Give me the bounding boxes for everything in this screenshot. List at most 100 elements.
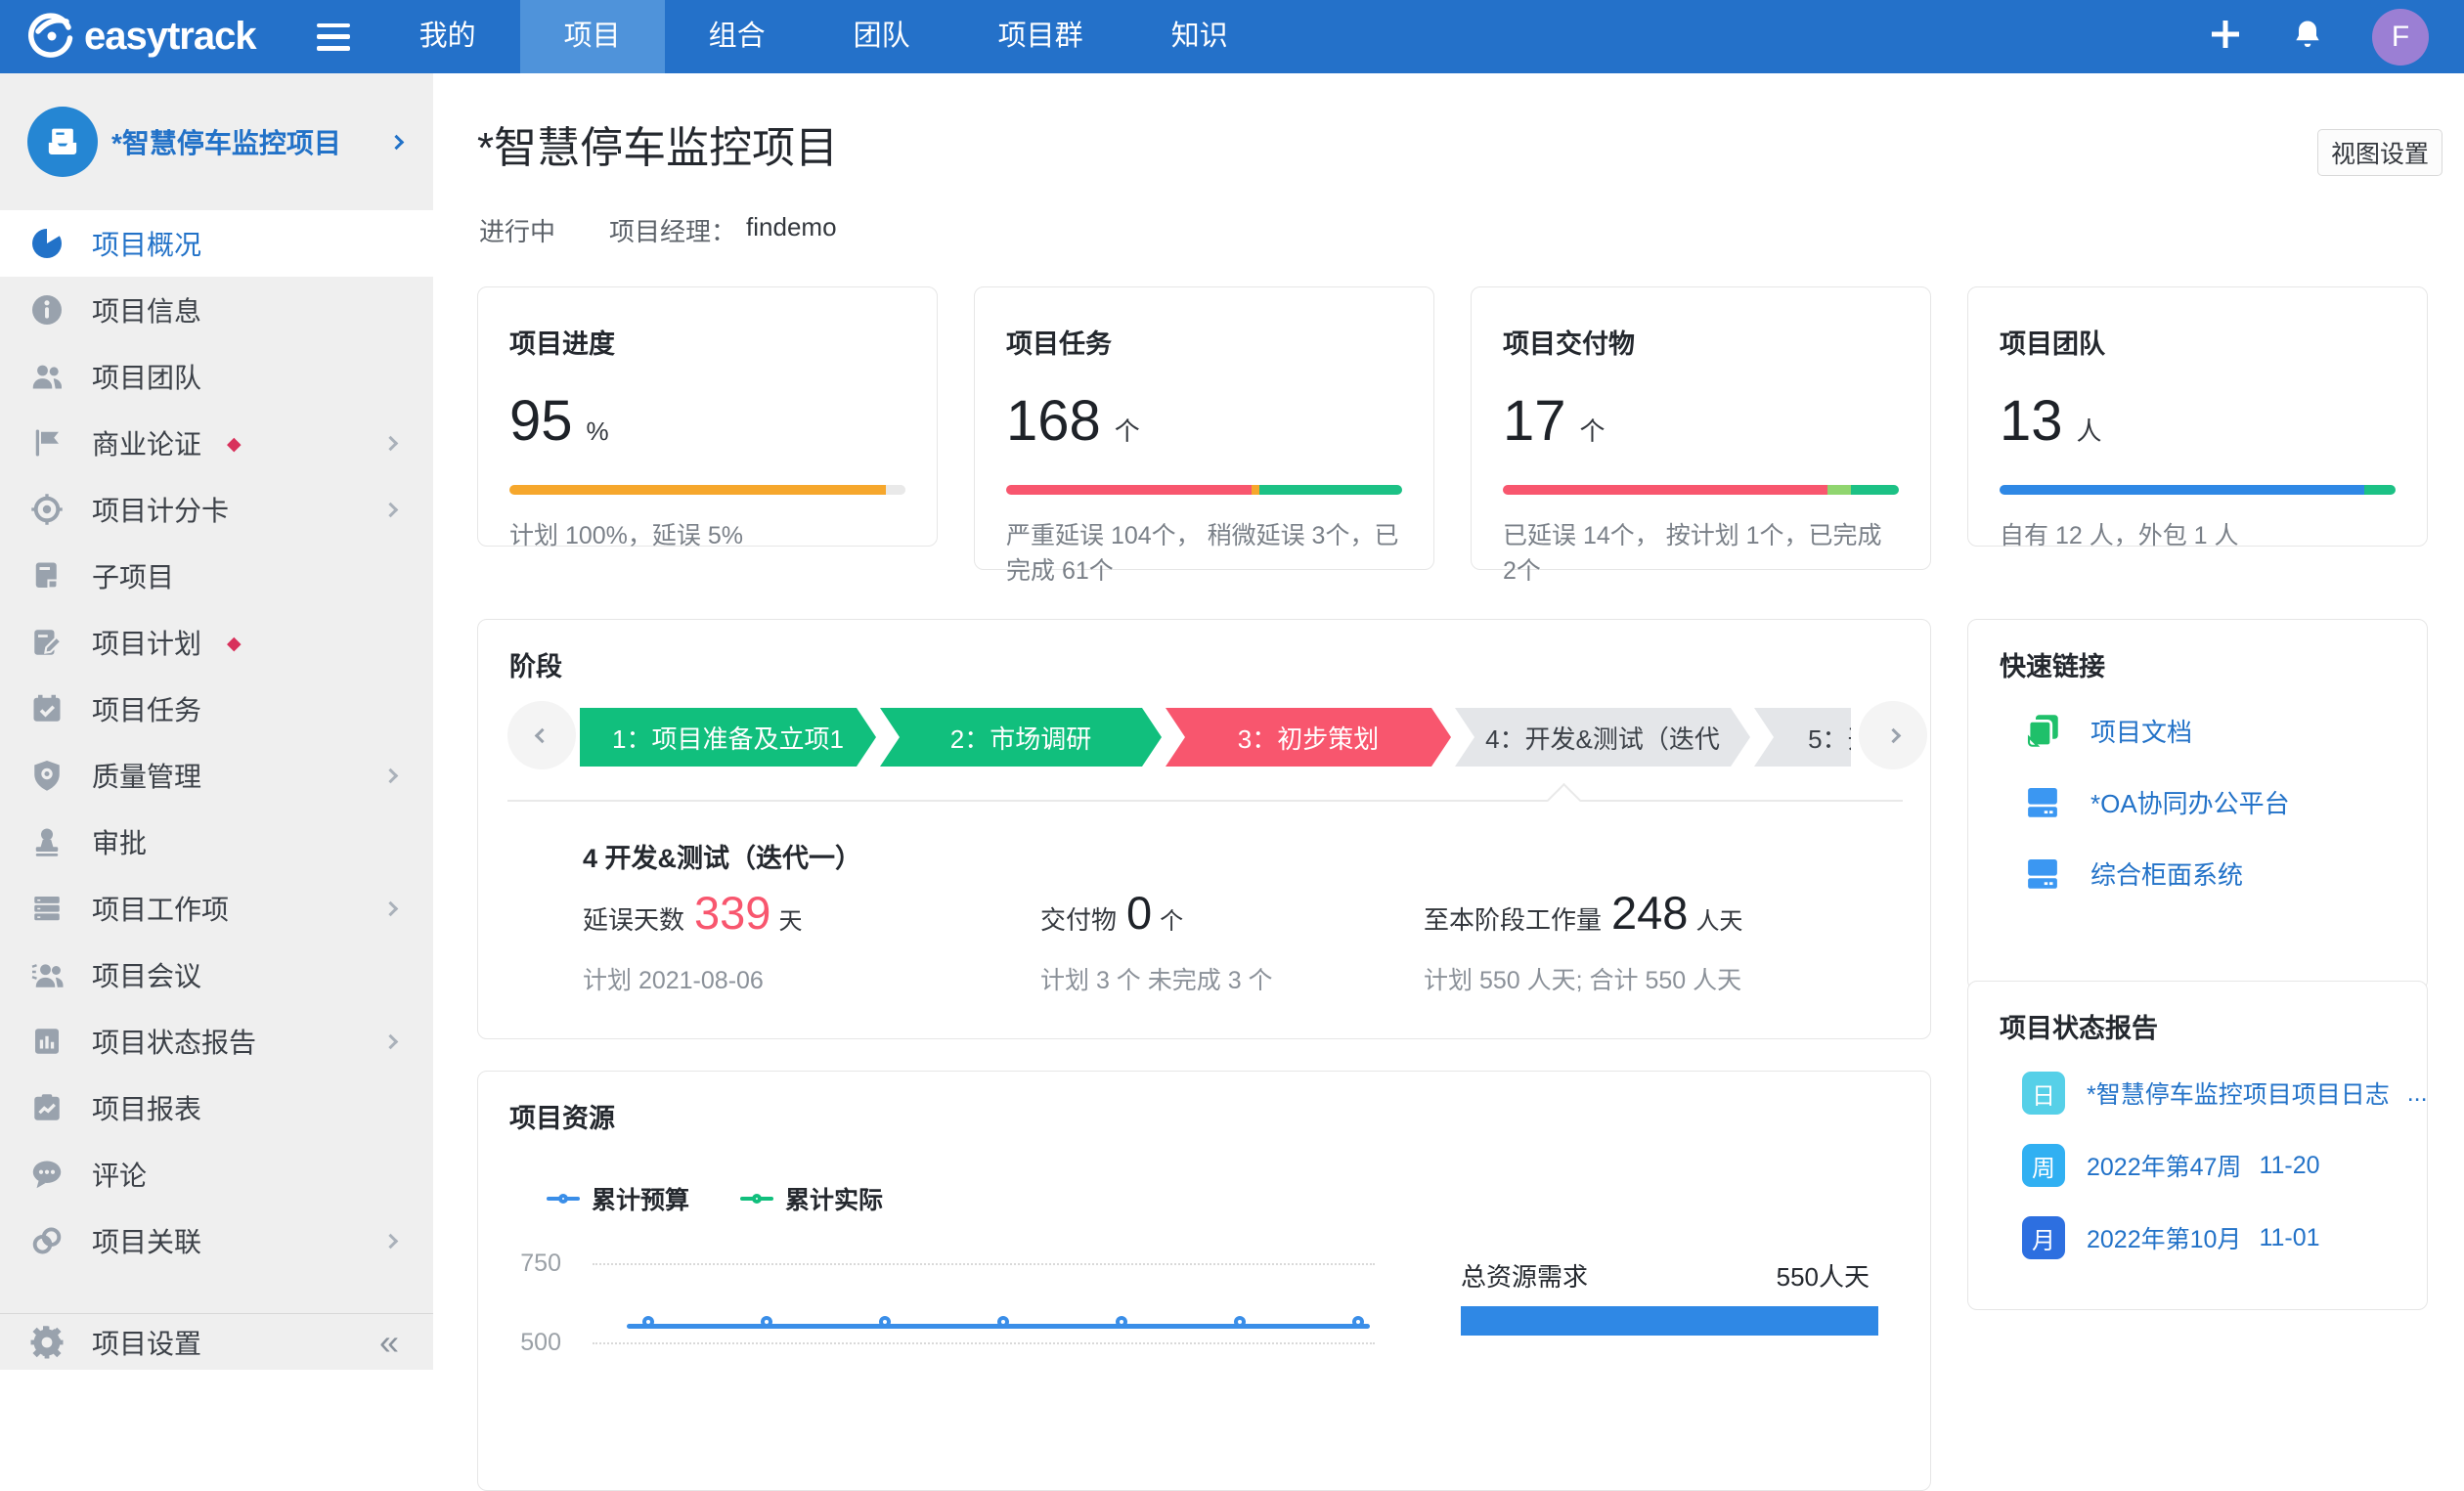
sidebar-item-项目工作项[interactable]: 项目工作项 — [0, 875, 433, 942]
tab-知识[interactable]: 知识 — [1127, 0, 1272, 73]
sidebar-item-label: 项目计划 — [92, 623, 201, 662]
subproject-icon — [29, 558, 65, 593]
stat-card-title: 项目任务 — [1006, 323, 1402, 361]
stage-5[interactable]: 5：开发& — [1754, 708, 1851, 767]
stage-1[interactable]: 1：项目准备及立项1 — [580, 708, 876, 767]
sidebar-item-项目计划[interactable]: 项目计划◆ — [0, 609, 433, 676]
stat-card-progress-bar — [2000, 485, 2396, 495]
status-report-周[interactable]: 周2022年第47周11-20 — [2022, 1144, 2320, 1187]
task-icon — [29, 691, 65, 726]
data-point-累计预算-5 — [1116, 1316, 1127, 1328]
stat-card-项目团队: 项目团队13人自有 12 人，外包 1 人 — [1967, 286, 2428, 547]
sidebar: *智慧停车监控项目 项目概况项目信息项目团队商业论证◆ 项目计分卡子项目项目计划◆… — [0, 73, 433, 1370]
logo[interactable]: easytrack — [25, 9, 256, 65]
sidebar-project-switcher[interactable]: *智慧停车监控项目 — [0, 73, 433, 210]
link-icon — [29, 1223, 65, 1258]
stat-card-title: 项目交付物 — [1503, 323, 1899, 361]
chart-doc-icon — [29, 1090, 65, 1125]
sidebar-item-项目状态报告[interactable]: 项目状态报告 — [0, 1008, 433, 1074]
chevron-right-icon — [383, 900, 399, 916]
sidebar-item-评论[interactable]: 评论 — [0, 1141, 433, 1207]
legend-累计预算[interactable]: 累计预算 — [547, 1181, 689, 1216]
sidebar-item-项目任务[interactable]: 项目任务 — [0, 676, 433, 742]
sidebar-item-项目设置[interactable]: 项目设置 « — [0, 1313, 433, 1370]
sidebar-item-项目信息[interactable]: 项目信息 — [0, 277, 433, 343]
sidebar-item-质量管理[interactable]: 质量管理 — [0, 742, 433, 809]
total-demand-bar — [1461, 1306, 1878, 1336]
data-point-累计预算-7 — [1352, 1316, 1364, 1328]
stat-card-title: 项目进度 — [509, 323, 905, 361]
chevron-right-icon — [383, 435, 399, 451]
sidebar-item-label: 项目会议 — [92, 955, 201, 994]
sidebar-item-项目团队[interactable]: 项目团队 — [0, 343, 433, 410]
status-reports-title: 项目状态报告 — [2000, 1007, 2158, 1045]
stages-scroll-right-button[interactable] — [1859, 701, 1927, 769]
sidebar-item-label: 项目任务 — [92, 689, 201, 728]
comment-icon — [29, 1157, 65, 1192]
stage-4[interactable]: 4：开发&测试（迭代 — [1455, 708, 1750, 767]
sidebar-item-项目会议[interactable]: 项目会议 — [0, 942, 433, 1008]
sidebar-item-子项目[interactable]: 子项目 — [0, 543, 433, 609]
stat-card-progress-bar — [1006, 485, 1402, 495]
tab-团队[interactable]: 团队 — [810, 0, 954, 73]
sidebar-item-label: 项目团队 — [92, 357, 201, 396]
user-avatar[interactable]: F — [2372, 9, 2429, 66]
sidebar-item-项目关联[interactable]: 项目关联 — [0, 1207, 433, 1274]
stages-bar: 1：项目准备及立项12：市场调研3：初步策划4：开发&测试（迭代5：开发& — [580, 708, 1851, 767]
chevron-right-icon[interactable] — [389, 134, 405, 150]
report-badge: 周 — [2022, 1144, 2065, 1187]
tab-项目[interactable]: 项目 — [520, 0, 665, 73]
data-point-累计预算-1 — [642, 1316, 654, 1328]
quick-link-综合柜面系统[interactable]: 综合柜面系统 — [2022, 853, 2243, 894]
quick-link-*OA协同办公平台[interactable]: *OA协同办公平台 — [2022, 781, 2290, 822]
manager-name: findemo — [746, 212, 837, 248]
nav-tabs: 我的项目组合团队项目群知识 — [375, 0, 1272, 73]
stat-card-项目进度: 项目进度95%计划 100%，延误 5% — [477, 286, 938, 547]
legend-累计实际[interactable]: 累计实际 — [740, 1181, 883, 1216]
chart-legend: 累计预算 累计实际 — [547, 1181, 883, 1216]
stages-scroll-left-button[interactable] — [507, 701, 576, 769]
sidebar-item-项目概况[interactable]: 项目概况 — [0, 210, 433, 277]
total-demand-value: 550人天 — [1777, 1257, 1870, 1294]
sidebar-item-项目报表[interactable]: 项目报表 — [0, 1074, 433, 1141]
quick-link-项目文档[interactable]: 项目文档 — [2022, 710, 2192, 751]
notification-bell-icon[interactable] — [2290, 17, 2325, 57]
main-content: *智慧停车监控项目 进行中 项目经理： findemo 视图设置 项目进度95%… — [433, 73, 2464, 1370]
add-icon[interactable] — [2208, 17, 2243, 57]
sidebar-item-label: 项目计分卡 — [92, 490, 229, 529]
stages-title: 阶段 — [509, 645, 562, 683]
tab-组合[interactable]: 组合 — [665, 0, 810, 73]
hamburger-menu-icon[interactable] — [317, 23, 350, 51]
report-badge: 月 — [2022, 1216, 2065, 1259]
manager-label: 项目经理： — [609, 212, 736, 248]
top-navbar: easytrack 我的项目组合团队项目群知识 F — [0, 0, 2464, 73]
status-report-日[interactable]: 日*智慧停车监控项目项目日志... — [2022, 1072, 2428, 1115]
stat-card-unit: 人 — [2077, 412, 2102, 448]
stat-card-value: 95 — [509, 388, 573, 454]
sidebar-item-商业论证[interactable]: 商业论证◆ — [0, 410, 433, 476]
stage-2[interactable]: 2：市场调研 — [880, 708, 1162, 767]
view-settings-button[interactable]: 视图设置 — [2317, 129, 2442, 176]
stage-3[interactable]: 3：初步策划 — [1166, 708, 1451, 767]
tab-项目群[interactable]: 项目群 — [954, 0, 1127, 73]
total-demand-label: 总资源需求 — [1461, 1257, 1588, 1294]
sidebar-item-label: 项目关联 — [92, 1221, 201, 1260]
screen-blue-icon — [2022, 853, 2063, 894]
stamp-icon — [29, 824, 65, 859]
screen-blue-icon — [2022, 781, 2063, 822]
report-badge: 日 — [2022, 1072, 2065, 1115]
stat-card-progress-bar — [509, 485, 905, 495]
data-point-累计预算-2 — [761, 1316, 772, 1328]
stat-card-value: 13 — [2000, 388, 2063, 454]
status-report-月[interactable]: 月2022年第10月11-01 — [2022, 1216, 2320, 1259]
stat-card-value: 17 — [1503, 388, 1566, 454]
chevron-right-icon — [383, 502, 399, 517]
tab-我的[interactable]: 我的 — [375, 0, 520, 73]
collapse-sidebar-icon[interactable]: « — [379, 1325, 399, 1360]
page-meta: 进行中 项目经理： findemo — [479, 212, 837, 248]
sidebar-settings-label: 项目设置 — [92, 1323, 201, 1362]
sidebar-item-审批[interactable]: 审批 — [0, 809, 433, 875]
stat-card-unit: 个 — [1580, 412, 1606, 448]
gear-icon — [29, 1325, 65, 1360]
sidebar-item-项目计分卡[interactable]: 项目计分卡 — [0, 476, 433, 543]
